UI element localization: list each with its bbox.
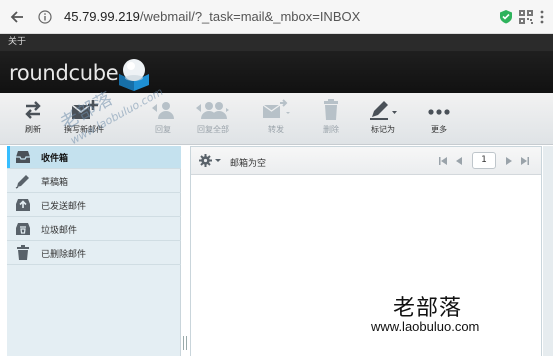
message-list-header: 邮箱为空 1: [191, 147, 541, 175]
folder-label: 垃圾邮件: [41, 225, 78, 236]
folder-drafts[interactable]: 草稿箱: [7, 170, 181, 193]
folder-label: 草稿箱: [41, 177, 69, 188]
app-header: roundcube: [0, 51, 553, 93]
junk-icon: [11, 222, 35, 236]
mark-label: 标记为: [371, 125, 395, 134]
shield-extension-icon[interactable]: [499, 9, 513, 28]
reply-all-button[interactable]: 回复全部: [195, 99, 231, 135]
sent-icon: [11, 198, 35, 212]
browser-address-bar: 45.79.99.219/webmail/?_task=mail&_mbox=I…: [0, 0, 553, 34]
qr-code-icon[interactable]: [519, 9, 533, 28]
reply-label: 回复: [155, 125, 171, 134]
reply-button[interactable]: 回复: [150, 99, 176, 135]
forward-button[interactable]: 转发: [262, 99, 290, 135]
mark-pen-icon: [370, 101, 397, 120]
page-number-field[interactable]: 1: [472, 152, 496, 169]
message-list-panel: 邮箱为空 1: [190, 146, 542, 356]
forward-label: 转发: [268, 125, 284, 134]
delete-label: 删除: [323, 125, 339, 134]
trash-icon: [11, 245, 35, 261]
more-button[interactable]: 更多: [427, 99, 451, 135]
prev-page-icon[interactable]: [456, 156, 463, 165]
reply-all-label: 回复全部: [197, 125, 229, 134]
forward-icon: [262, 99, 290, 118]
top-strip: 关于: [0, 34, 553, 51]
mark-button[interactable]: 标记为: [368, 99, 398, 135]
folder-list: 收件箱 草稿箱 已发送邮件 垃圾邮件 已删除邮件: [7, 146, 181, 356]
about-link[interactable]: 关于: [8, 37, 26, 47]
url-field[interactable]: 45.79.99.219/webmail/?_task=mail&_mbox=I…: [64, 9, 360, 24]
trash-icon: [324, 99, 338, 120]
folder-label: 已删除邮件: [41, 249, 87, 260]
roundcube-logo-text: roundcube: [9, 61, 119, 85]
watermark-bottom-url: www.laobuluo.com: [371, 319, 480, 334]
folder-splitter-grip[interactable]: [183, 336, 187, 350]
pencil-icon: [11, 173, 35, 189]
back-arrow-icon[interactable]: [6, 6, 28, 28]
info-icon[interactable]: [34, 6, 56, 28]
url-path: /webmail/?_task=mail&_mbox=INBOX: [139, 9, 361, 24]
right-scrollbar[interactable]: [543, 146, 553, 356]
menu-dots-icon[interactable]: [539, 9, 545, 28]
list-options-button[interactable]: [199, 154, 222, 167]
refresh-label: 刷新: [25, 125, 41, 134]
empty-mailbox-text: 邮箱为空: [230, 159, 267, 169]
folder-junk[interactable]: 垃圾邮件: [7, 218, 181, 241]
folder-sent[interactable]: 已发送邮件: [7, 194, 181, 217]
refresh-button[interactable]: 刷新: [22, 99, 44, 135]
reply-all-icon: [196, 102, 229, 119]
first-page-icon[interactable]: [439, 156, 447, 165]
more-dots-icon: [428, 109, 450, 115]
chevron-down-icon: [215, 158, 221, 162]
refresh-icon: [25, 101, 41, 119]
url-host: 45.79.99.219: [64, 9, 140, 24]
gear-icon: [199, 154, 212, 167]
watermark-bottom-cn: 老部落: [393, 296, 463, 321]
folder-label: 收件箱: [41, 153, 69, 164]
inbox-icon: [11, 150, 35, 164]
delete-button[interactable]: 删除: [322, 99, 340, 135]
folder-trash[interactable]: 已删除邮件: [7, 242, 181, 265]
next-page-icon[interactable]: [505, 156, 512, 165]
last-page-icon[interactable]: [521, 156, 529, 165]
pagination: 1: [439, 152, 529, 169]
more-label: 更多: [431, 125, 447, 134]
folder-inbox[interactable]: 收件箱: [7, 146, 181, 169]
folder-label: 已发送邮件: [41, 201, 87, 212]
